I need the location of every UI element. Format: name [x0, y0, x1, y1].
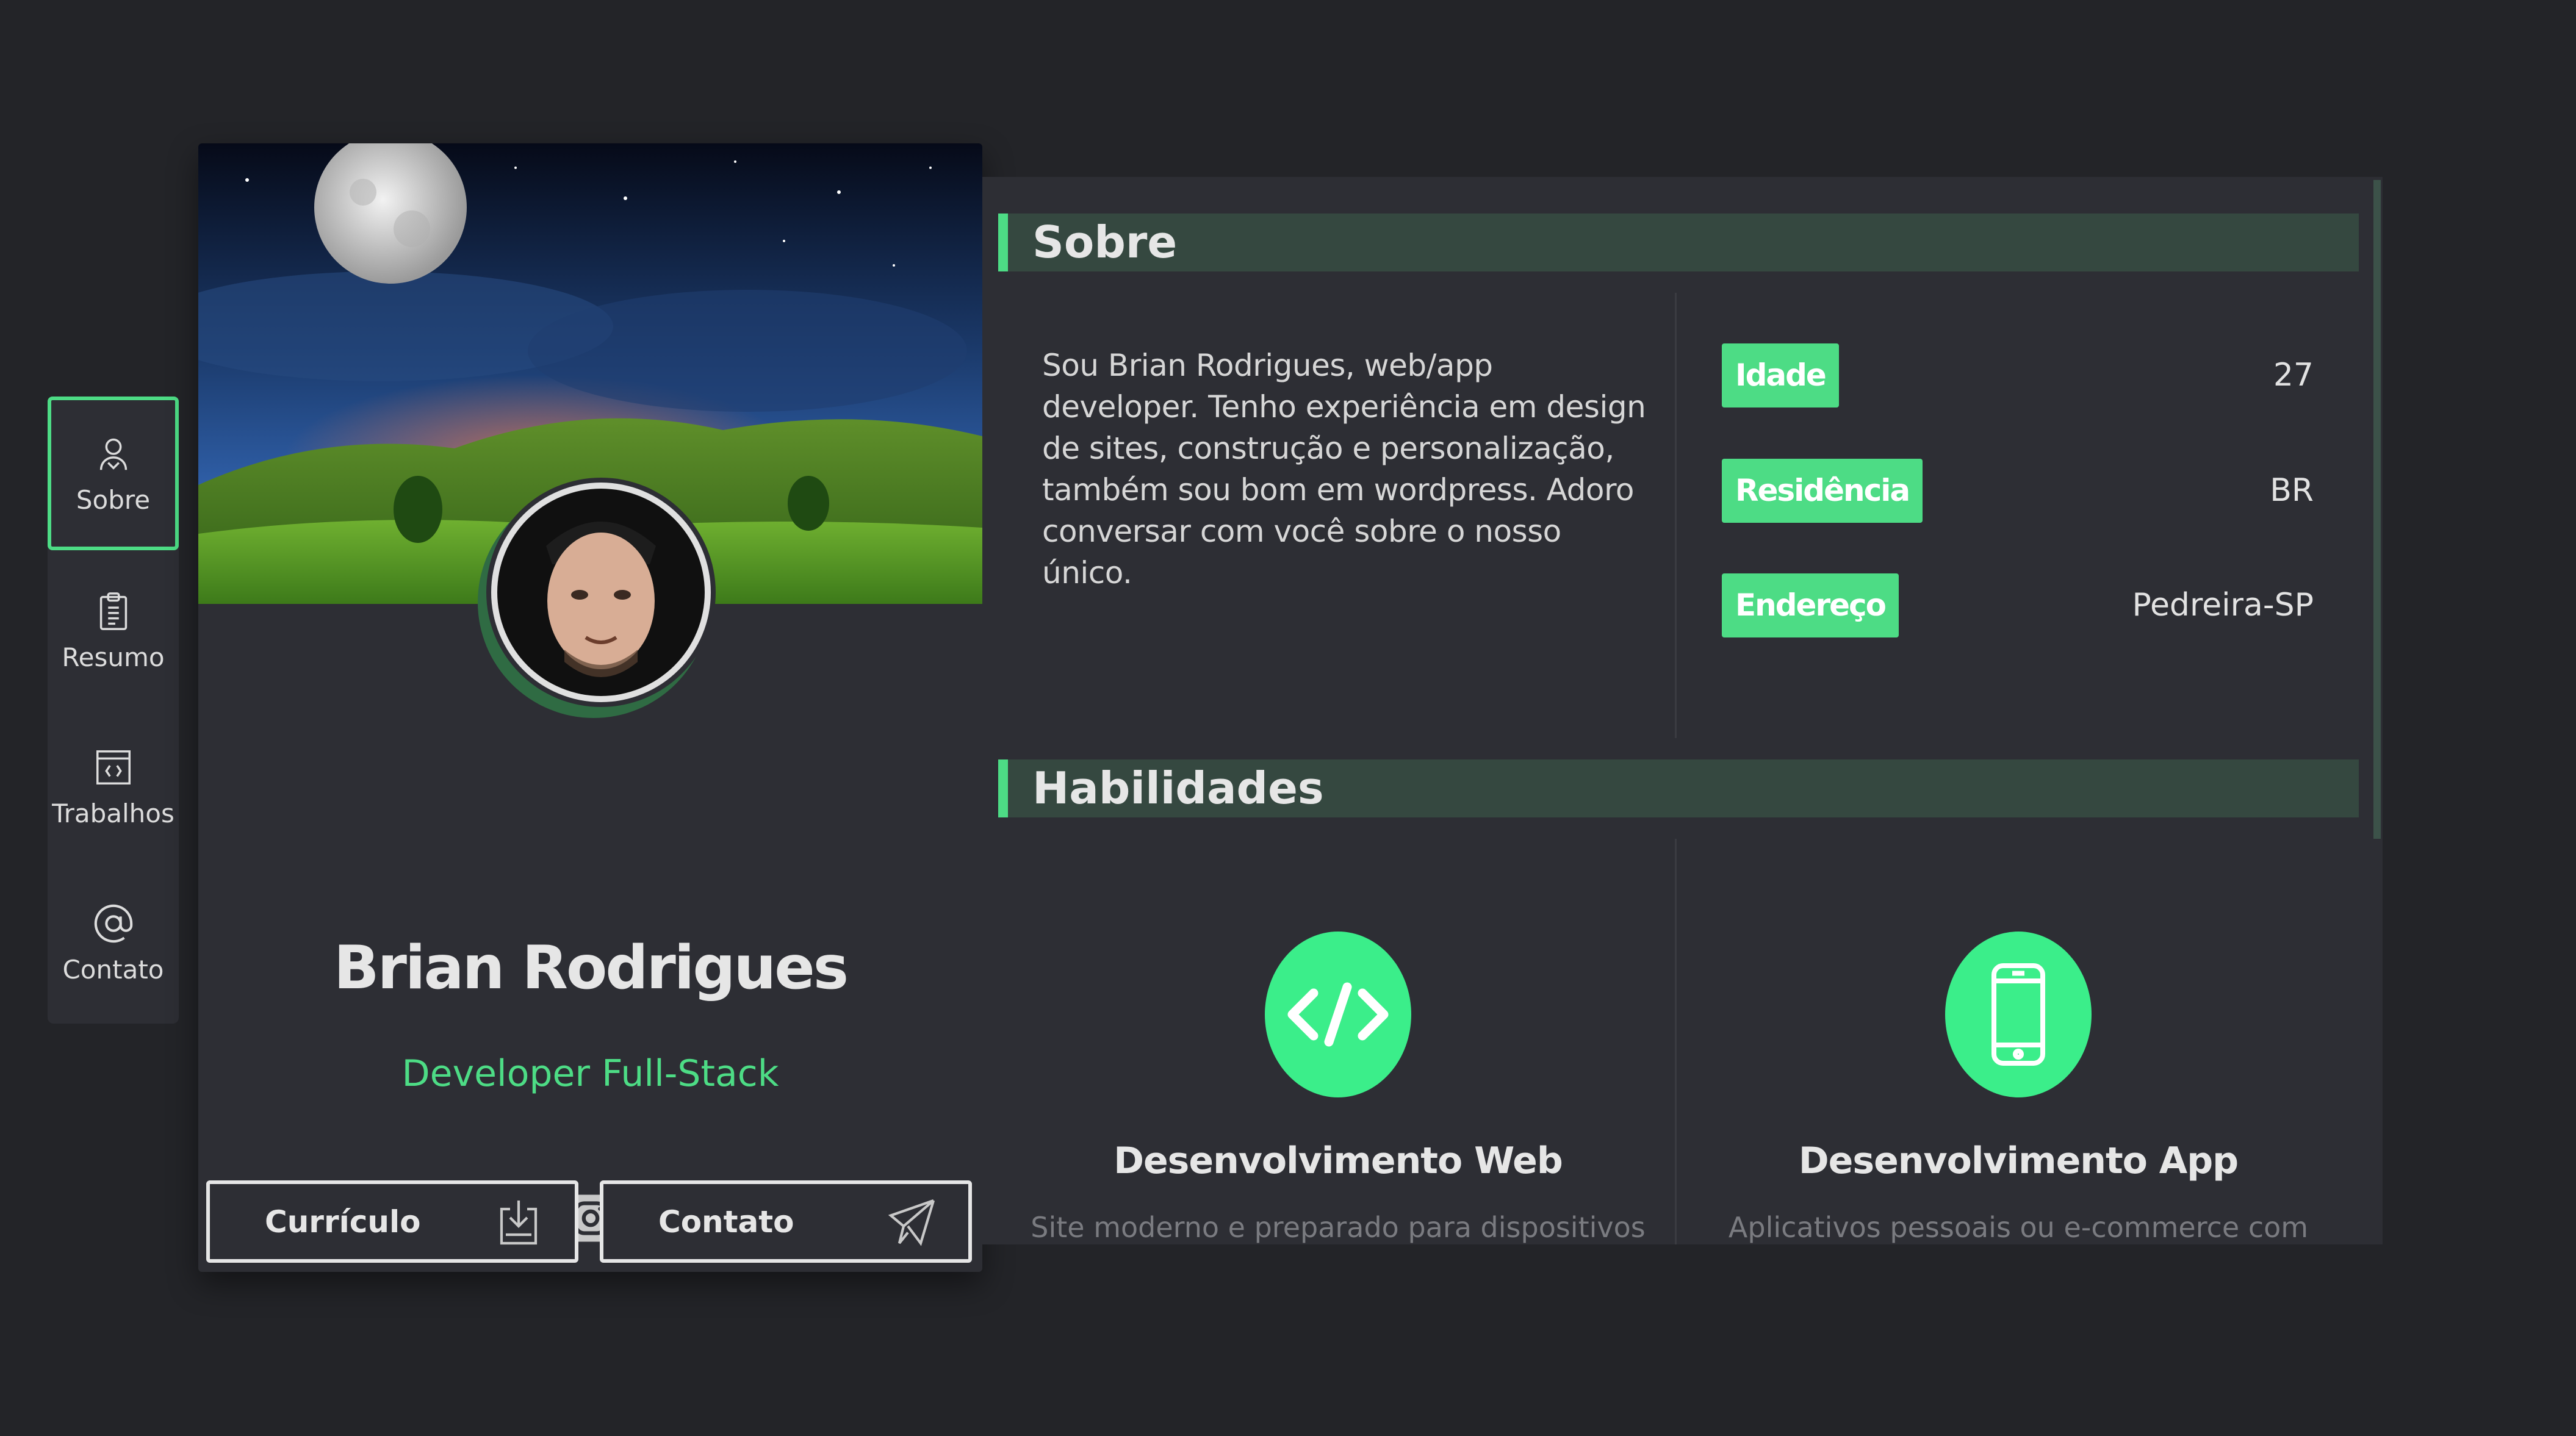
info-row-residencia: Residência BR — [1722, 459, 2332, 523]
skill-title: Desenvolvimento App — [1798, 1140, 2239, 1182]
profile-name: Brian Rodrigues — [333, 933, 849, 1003]
nav-label: Sobre — [76, 484, 151, 515]
resume-button-label: Currículo — [265, 1204, 421, 1240]
skill-title: Desenvolvimento Web — [1114, 1140, 1563, 1182]
skill-app-badge — [1945, 932, 2092, 1097]
profile-card: Brian Rodrigues Developer Full-Stack — [198, 143, 982, 1272]
nav-item-contato[interactable]: Contato — [48, 866, 179, 1020]
code-window-icon — [96, 750, 131, 784]
info-value: BR — [2270, 472, 2314, 509]
nav-label: Resumo — [62, 642, 165, 672]
skill-description: Aplicativos pessoais ou e-commerce com — [1728, 1211, 2309, 1244]
avatar — [455, 448, 747, 741]
side-nav: Sobre Resumo Trabalhos Contato — [48, 397, 179, 1024]
section-heading-sobre: Sobre — [998, 214, 2359, 271]
nav-item-trabalhos[interactable]: Trabalhos — [48, 710, 179, 864]
contact-button-label: Contato — [658, 1204, 794, 1240]
skill-description: Site moderno e preparado para dispositiv… — [1031, 1211, 1646, 1244]
paper-plane-icon — [888, 1199, 935, 1246]
person-icon — [99, 438, 127, 470]
smartphone-icon — [1991, 963, 2045, 1066]
nav-item-resumo[interactable]: Resumo — [48, 554, 179, 708]
nav-label: Trabalhos — [52, 798, 174, 828]
profile-role: Developer Full-Stack — [401, 1052, 779, 1095]
content-panel — [982, 177, 2383, 1244]
code-icon — [1287, 982, 1389, 1047]
info-row-endereco: Endereço Pedreira-SP — [1722, 573, 2332, 637]
info-label: Idade — [1722, 343, 1839, 407]
skill-web-badge — [1265, 932, 1411, 1097]
nav-label: Contato — [62, 954, 164, 985]
divider — [1675, 839, 1677, 1244]
section-heading-habilidades: Habilidades — [998, 759, 2359, 817]
about-text: Sou Brian Rodrigues, web/app developer. … — [1042, 348, 1646, 591]
info-value: Pedreira-SP — [2132, 587, 2314, 623]
contact-button[interactable]: Contato — [600, 1180, 972, 1263]
info-label: Residência — [1722, 459, 1923, 523]
download-icon — [500, 1200, 538, 1244]
resume-button[interactable]: Currículo — [206, 1180, 578, 1263]
nav-item-sobre[interactable]: Sobre — [48, 397, 179, 550]
panel-scrollbar[interactable] — [2373, 180, 2381, 839]
clipboard-icon — [99, 592, 127, 630]
info-label: Endereço — [1722, 573, 1899, 637]
info-value: 27 — [2273, 357, 2314, 393]
divider — [1675, 293, 1677, 738]
info-row-idade: Idade 27 — [1722, 343, 2332, 407]
at-icon — [94, 904, 132, 942]
